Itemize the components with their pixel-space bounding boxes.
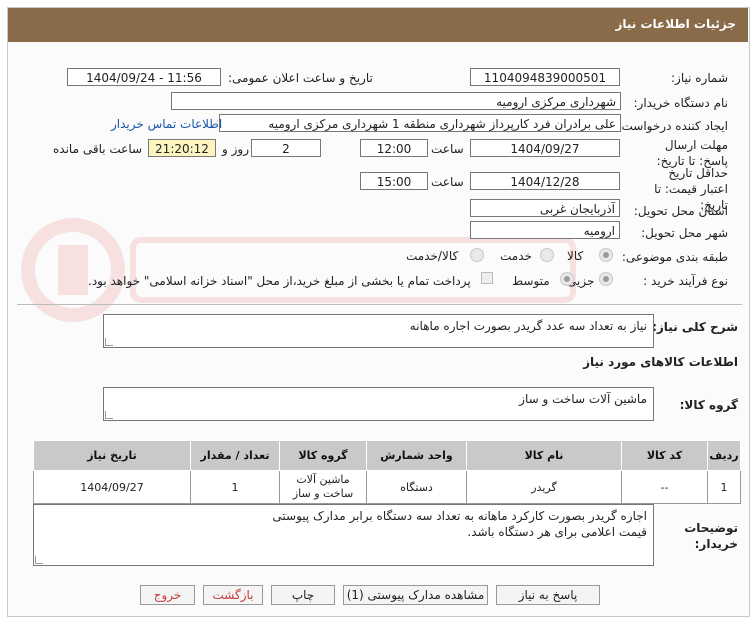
contact-info-link[interactable]: اطلاعات تماس خریدار <box>111 117 222 131</box>
process-option-medium: متوسط <box>512 274 550 288</box>
remaining-time-field: 21:20:12 <box>148 139 216 157</box>
need-number-label: شماره نیاز: <box>671 71 728 85</box>
buyer-notes-textarea[interactable]: اجاره گریدر بصورت کارکرد ماهانه به تعداد… <box>33 504 654 566</box>
process-label: نوع فرآیند خرید : <box>643 274 728 288</box>
process-radio-medium[interactable] <box>560 272 574 286</box>
resize-grip-icon <box>105 411 113 419</box>
back-button[interactable]: بازگشت <box>203 585 263 605</box>
col-header-row-number: ردیف <box>707 440 741 471</box>
validity-date-field: 1404/12/28 <box>470 172 620 190</box>
table-header-row: ردیف کد کالا نام کالا واحد شمارش گروه کا… <box>33 440 741 471</box>
cell-row-number: 1 <box>707 470 741 504</box>
col-header-group: گروه کالا <box>279 440 367 471</box>
city-label: شهر محل تحویل: <box>641 226 728 240</box>
view-attachments-button[interactable]: مشاهده مدارک پیوستی (1) <box>343 585 488 605</box>
col-header-code: کد کالا <box>621 440 708 471</box>
col-header-name: نام کالا <box>466 440 622 471</box>
treasury-payment-note: پرداخت تمام یا بخشی از مبلغ خرید،از محل … <box>88 274 471 288</box>
summary-label: شرح کلی نیاز: <box>652 320 738 334</box>
exit-button[interactable]: خروج <box>140 585 195 605</box>
buyer-field: شهرداری مرکزی ارومیه <box>171 92 621 110</box>
category-radio-service[interactable] <box>540 248 554 262</box>
goods-table: ردیف کد کالا نام کالا واحد شمارش گروه کا… <box>33 440 741 504</box>
reply-time-label: ساعت <box>431 142 464 156</box>
goods-group-label: گروه کالا: <box>679 398 738 412</box>
city-field: ارومیه <box>470 221 620 239</box>
goods-group-text: ماشین آلات ساخت و ساز <box>519 392 647 406</box>
province-label: استان محل تحویل: <box>633 204 728 218</box>
buyer-label: نام دستگاه خریدار: <box>633 96 729 110</box>
cell-quantity: 1 <box>190 470 280 504</box>
summary-textarea[interactable]: نیاز به تعداد سه عدد گریدر بصورت اجاره م… <box>103 314 654 348</box>
goods-section-title: اطلاعات کالاهای مورد نیاز <box>583 355 738 369</box>
validity-time-field: 15:00 <box>360 172 428 190</box>
validity-time-label: ساعت <box>431 175 464 189</box>
col-header-unit: واحد شمارش <box>366 440 467 471</box>
cell-name: گریدر <box>466 470 622 504</box>
cell-unit: دستگاه <box>366 470 467 504</box>
creator-field: علی برادران فرد کارپرداز شهرداری منطقه 1… <box>219 114 621 132</box>
need-number-field: 1104094839000501 <box>470 68 620 86</box>
buyer-notes-label: توضیحات خریدار: <box>684 521 738 551</box>
col-header-need-date: تاریخ نیاز <box>33 440 191 471</box>
treasury-checkbox[interactable] <box>481 272 493 284</box>
process-radio-minor[interactable] <box>599 272 613 286</box>
page-title: جزئیات اطلاعات نیاز <box>615 17 736 31</box>
print-button[interactable]: چاپ <box>271 585 335 605</box>
reply-time-field: 12:00 <box>360 139 428 157</box>
days-field: 2 <box>251 139 321 157</box>
category-label: طبقه بندی موضوعی: <box>621 250 728 264</box>
buyer-notes-line-1: اجاره گریدر بصورت کارکرد ماهانه به تعداد… <box>272 509 647 523</box>
category-option-goods-service: کالا/خدمت <box>406 249 459 263</box>
reply-date-field: 1404/09/27 <box>470 139 620 157</box>
category-option-service: خدمت <box>500 249 532 263</box>
resize-grip-icon <box>35 556 43 564</box>
province-field: آذربایجان غربی <box>470 199 620 217</box>
category-radio-goods[interactable] <box>599 248 613 262</box>
cell-need-date: 1404/09/27 <box>33 470 191 504</box>
page-header: جزئیات اطلاعات نیاز <box>8 8 748 42</box>
remaining-label: ساعت باقی مانده <box>53 142 143 156</box>
col-header-quantity: تعداد / مقدار <box>190 440 280 471</box>
announce-date-field: 1404/09/24 - 11:56 <box>67 68 221 86</box>
cell-code: -- <box>621 470 708 504</box>
table-row: 1 -- گریدر دستگاه ماشین آلات ساخت و ساز … <box>33 470 741 504</box>
creator-label: ایجاد کننده درخواست: <box>617 119 728 133</box>
goods-group-textarea[interactable]: ماشین آلات ساخت و ساز <box>103 387 654 421</box>
resize-grip-icon <box>105 338 113 346</box>
reply-button[interactable]: پاسخ به نیاز <box>496 585 600 605</box>
buyer-notes-line-2: قیمت اعلامی برای هر دستگاه باشد. <box>467 525 647 539</box>
category-radio-goods-service[interactable] <box>470 248 484 262</box>
category-option-goods: کالا <box>567 249 584 263</box>
summary-text: نیاز به تعداد سه عدد گریدر بصورت اجاره م… <box>409 319 647 333</box>
days-label: روز و <box>222 142 249 156</box>
announce-label: تاریخ و ساعت اعلان عمومی: <box>228 71 373 85</box>
cell-group: ماشین آلات ساخت و ساز <box>279 470 367 504</box>
section-divider <box>17 304 742 305</box>
